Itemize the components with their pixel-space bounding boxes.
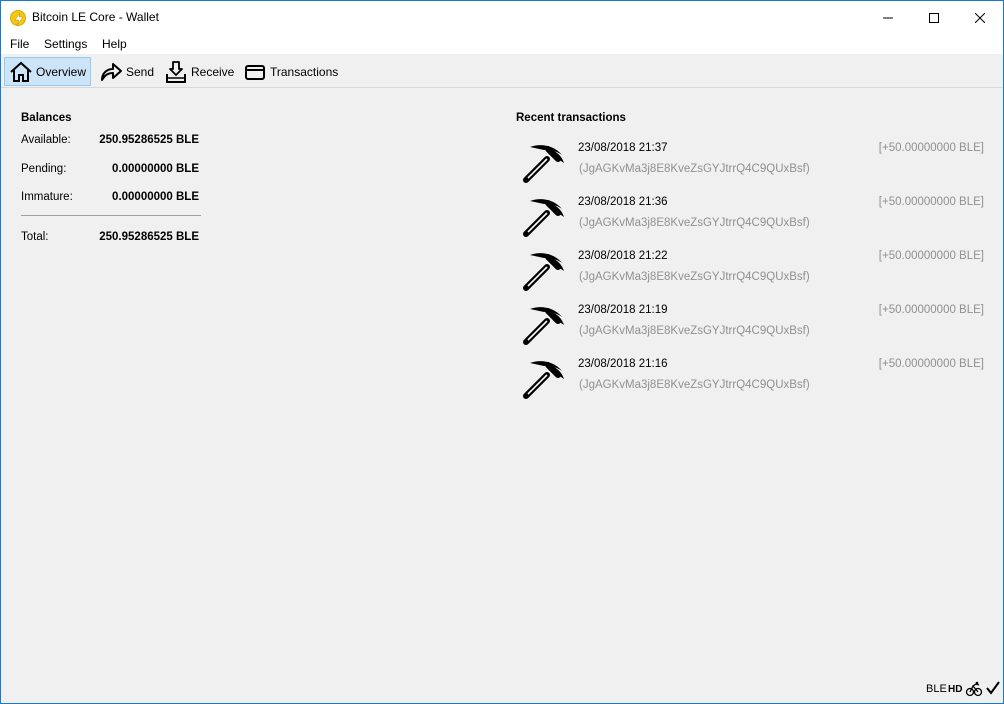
transaction-address: (JgAGKvMa3j8E8KveZsGYJtrrQ4C9QUxBsf) (579, 379, 810, 391)
transaction-address: (JgAGKvMa3j8E8KveZsGYJtrrQ4C9QUxBsf) (579, 325, 810, 337)
window-title: Bitcoin LE Core - Wallet (32, 10, 159, 24)
transaction-date: 23/08/2018 21:37 (578, 142, 668, 154)
tab-send[interactable]: Send (95, 57, 158, 86)
hd-label: HD (948, 684, 963, 695)
menu-file[interactable]: File (10, 37, 29, 51)
transaction-amount: [+50.00000000 BLE] (878, 142, 984, 154)
recent-transactions-heading: Recent transactions (516, 112, 626, 124)
pickaxe-icon (520, 139, 568, 187)
tab-send-label: Send (126, 64, 155, 79)
transaction-date: 23/08/2018 21:22 (578, 250, 668, 262)
transaction-date: 23/08/2018 21:36 (578, 196, 668, 208)
available-label: Available: (21, 134, 71, 146)
transaction-row[interactable]: 23/08/2018 21:19 (JgAGKvMa3j8E8KveZsGYJtr… (516, 301, 986, 355)
tab-receive-label: Receive (191, 64, 235, 79)
transaction-amount: [+50.00000000 BLE] (878, 358, 984, 370)
network-activity-icon[interactable] (965, 681, 983, 700)
title-bar: Bitcoin LE Core - Wallet (1, 1, 1003, 34)
pickaxe-icon (520, 355, 568, 403)
app-logo-icon (10, 10, 26, 26)
pickaxe-icon (520, 247, 568, 295)
pending-label: Pending: (21, 163, 67, 175)
home-icon (9, 60, 33, 84)
transaction-date: 23/08/2018 21:16 (578, 358, 668, 370)
transaction-row[interactable]: 23/08/2018 21:22 (JgAGKvMa3j8E8KveZsGYJtr… (516, 247, 986, 301)
minimize-button[interactable] (865, 1, 911, 34)
tab-transactions[interactable]: Transactions (239, 57, 342, 86)
immature-value[interactable]: 0.00000000 BLE (112, 191, 199, 203)
maximize-button[interactable] (911, 1, 957, 34)
immature-label: Immature: (21, 191, 73, 203)
pickaxe-icon (520, 193, 568, 241)
tab-transactions-label: Transactions (270, 64, 339, 79)
transaction-amount: [+50.00000000 BLE] (878, 250, 984, 262)
transaction-address: (JgAGKvMa3j8E8KveZsGYJtrrQ4C9QUxBsf) (579, 217, 810, 229)
transaction-address: (JgAGKvMa3j8E8KveZsGYJtrrQ4C9QUxBsf) (579, 163, 810, 175)
tab-receive[interactable]: Receive (160, 57, 238, 86)
menu-bar: File Settings Help (1, 34, 1003, 54)
transaction-address: (JgAGKvMa3j8E8KveZsGYJtrrQ4C9QUxBsf) (579, 271, 810, 283)
total-value[interactable]: 250.95286525 BLE (99, 231, 199, 243)
menu-settings[interactable]: Settings (44, 37, 87, 51)
transaction-date: 23/08/2018 21:19 (578, 304, 668, 316)
send-arrow-icon (99, 60, 123, 84)
receive-inbox-icon (164, 60, 188, 84)
total-label: Total: (21, 231, 49, 243)
transaction-amount: [+50.00000000 BLE] (878, 304, 984, 316)
close-button[interactable] (957, 1, 1003, 34)
card-icon (243, 60, 267, 84)
transaction-row[interactable]: 23/08/2018 21:36 (JgAGKvMa3j8E8KveZsGYJtr… (516, 193, 986, 247)
synced-check-icon[interactable] (986, 681, 1000, 698)
tab-overview-label: Overview (36, 64, 87, 79)
balances-divider (21, 215, 201, 216)
pending-value[interactable]: 0.00000000 BLE (112, 163, 199, 175)
transaction-row[interactable]: 23/08/2018 21:37 (JgAGKvMa3j8E8KveZsGYJtr… (516, 139, 986, 193)
unit-label[interactable]: BLE (926, 683, 947, 695)
tab-overview[interactable]: Overview (4, 57, 92, 86)
toolbar: Overview Send Receive Transactions (1, 55, 1003, 88)
transaction-row[interactable]: 23/08/2018 21:16 (JgAGKvMa3j8E8KveZsGYJtr… (516, 355, 986, 409)
pickaxe-icon (520, 301, 568, 349)
balances-heading: Balances (21, 112, 72, 124)
wallet-window: Bitcoin LE Core - Wallet File Settings H… (0, 0, 1004, 704)
transaction-amount: [+50.00000000 BLE] (878, 196, 984, 208)
available-value[interactable]: 250.95286525 BLE (99, 134, 199, 146)
menu-help[interactable]: Help (102, 37, 127, 51)
